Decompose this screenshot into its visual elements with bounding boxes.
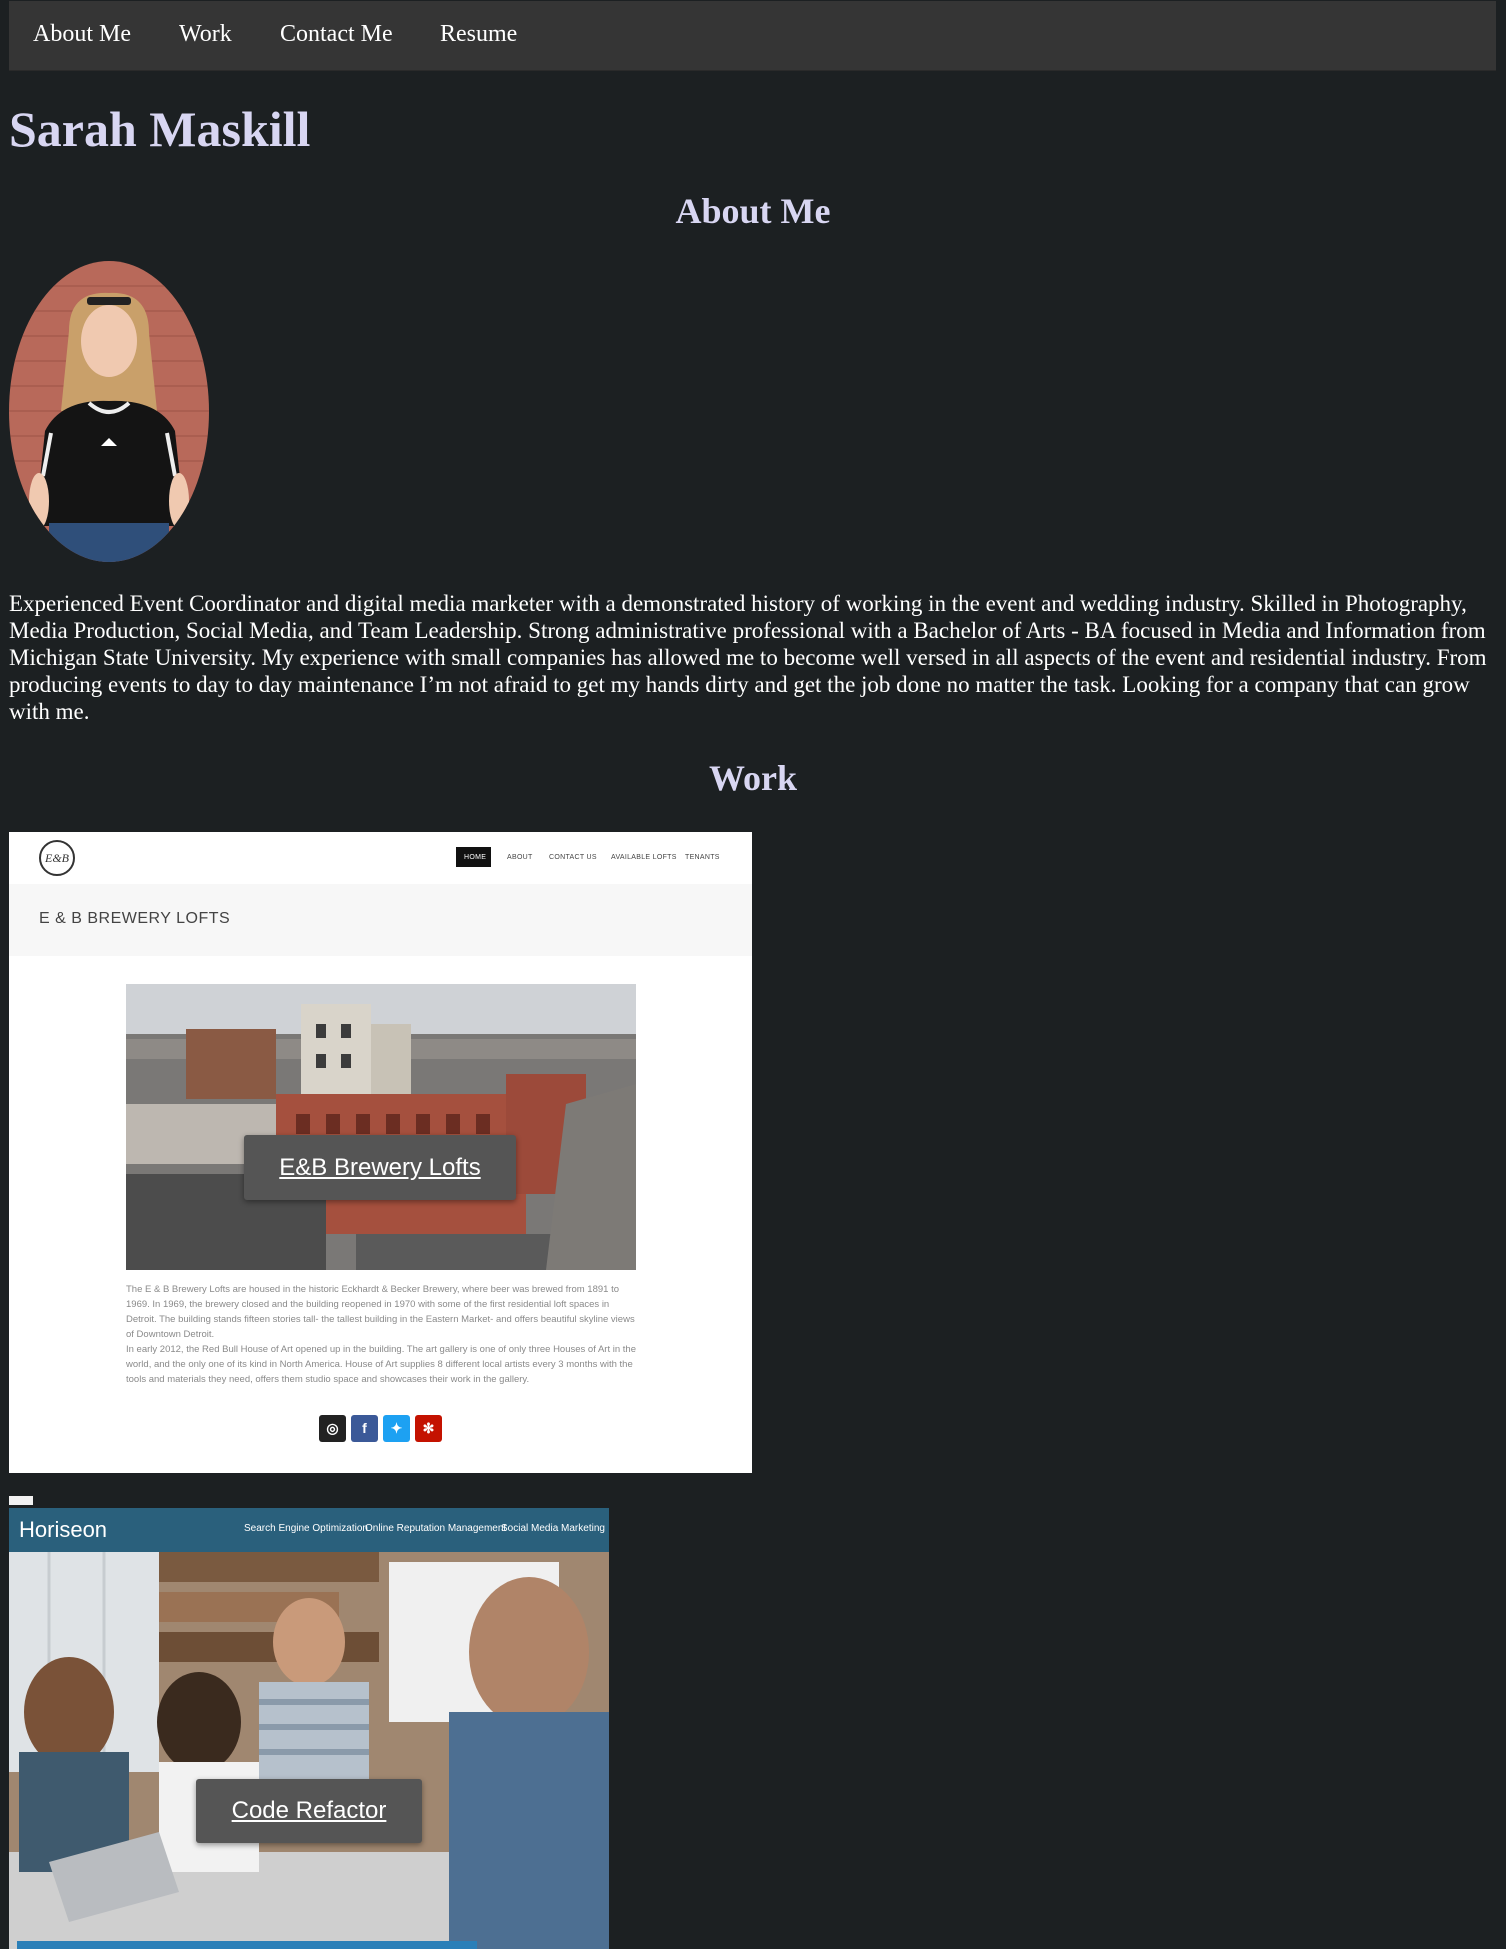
preview-nav-lofts: AVAILABLE LOFTS <box>611 854 677 861</box>
about-me-heading: About Me <box>675 191 831 231</box>
profile-photo <box>9 261 209 562</box>
preview-nav-about: ABOUT <box>507 854 533 861</box>
preview-header: E&B HOME ABOUT CONTACT US AVAILABLE LOFT… <box>9 832 752 884</box>
horiseon-nav-reputation: Online Reputation Management <box>365 1523 507 1534</box>
preview-nav-tenants: TENANTS <box>685 854 720 861</box>
code-refactor-button[interactable]: Code Refactor <box>196 1779 422 1843</box>
horiseon-bar <box>17 1941 477 1949</box>
preview-description: The E & B Brewery Lofts are housed in th… <box>126 1282 636 1387</box>
yelp-icon: ✻ <box>415 1415 442 1442</box>
preview-nav-home: HOME <box>464 854 487 861</box>
project-card-eb-brewery-lofts[interactable]: E&B HOME ABOUT CONTACT US AVAILABLE LOFT… <box>9 832 752 1473</box>
preview-description-p1: The E & B Brewery Lofts are housed in th… <box>126 1284 635 1340</box>
nav-about-me[interactable]: About Me <box>33 21 131 48</box>
twitter-icon: ✦ <box>383 1415 410 1442</box>
preview-heading-band: E & B BREWERY LOFTS <box>9 884 752 956</box>
preview-brewery-photo <box>126 984 636 1270</box>
horiseon-hero-photo <box>9 1552 609 1949</box>
collapsed-placeholder <box>9 1496 33 1505</box>
nav-resume[interactable]: Resume <box>440 21 517 48</box>
top-nav: About Me Work Contact Me Resume <box>9 1 1496 71</box>
preview-description-p2: In early 2012, the Red Bull House of Art… <box>126 1344 636 1385</box>
horiseon-nav-social: Social Media Marketing <box>501 1523 605 1534</box>
horiseon-brand: Horiseon <box>19 1517 108 1542</box>
horiseon-nav-seo: Search Engine Optimization <box>244 1523 368 1534</box>
work-heading: Work <box>708 758 797 798</box>
horiseon-header: Horiseon Search Engine Optimization Onli… <box>9 1508 609 1552</box>
page-title: Sarah Maskill <box>9 101 311 157</box>
facebook-icon: f <box>351 1415 378 1442</box>
nav-work[interactable]: Work <box>179 21 232 48</box>
about-me-bio: Experienced Event Coordinator and digita… <box>9 591 1487 724</box>
preview-nav-contact: CONTACT US <box>549 854 597 861</box>
instagram-icon: ◎ <box>319 1415 346 1442</box>
project-card-code-refactor[interactable]: Horiseon Search Engine Optimization Onli… <box>9 1508 609 1949</box>
eb-brewery-lofts-button[interactable]: E&B Brewery Lofts <box>244 1135 516 1200</box>
nav-contact-me[interactable]: Contact Me <box>280 21 393 48</box>
eb-logo: E&B <box>39 840 75 876</box>
preview-heading: E & B BREWERY LOFTS <box>39 910 231 927</box>
